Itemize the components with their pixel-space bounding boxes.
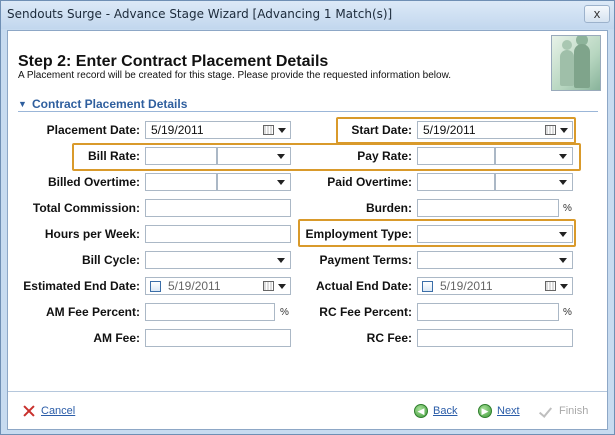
payment-terms-dropdown[interactable] xyxy=(417,251,573,269)
collapse-arrow-icon[interactable]: ▼ xyxy=(18,99,27,109)
payment-terms-label: Payment Terms: xyxy=(319,253,412,267)
chevron-down-icon xyxy=(559,232,567,237)
hours-per-week-label: Hours per Week: xyxy=(44,227,140,241)
start-date-value: 5/19/2011 xyxy=(423,123,476,137)
chevron-down-icon[interactable] xyxy=(560,128,568,133)
chevron-down-icon[interactable] xyxy=(278,284,286,289)
billed-overtime-unit-dropdown[interactable] xyxy=(217,173,291,191)
burden-percent-suffix: % xyxy=(563,203,572,214)
burden-input[interactable] xyxy=(417,199,559,217)
rc-fee-label: RC Fee: xyxy=(366,331,412,345)
estimated-end-date-picker[interactable]: 5/19/2011 xyxy=(145,277,291,295)
burden-label: Burden: xyxy=(366,201,412,215)
am-fee-percent-input[interactable] xyxy=(145,303,275,321)
pay-rate-input[interactable] xyxy=(417,147,495,165)
chevron-down-icon xyxy=(277,180,285,185)
estimated-end-date-checkbox[interactable] xyxy=(150,281,161,292)
bill-rate-input[interactable] xyxy=(145,147,217,165)
cancel-button[interactable]: Cancel xyxy=(22,404,75,418)
paid-overtime-input[interactable] xyxy=(417,173,495,191)
back-arrow-icon: ◀ xyxy=(414,404,428,418)
pay-rate-label: Pay Rate: xyxy=(357,149,412,163)
hours-per-week-input[interactable] xyxy=(145,225,291,243)
calendar-icon[interactable] xyxy=(263,125,274,135)
next-arrow-icon: ▶ xyxy=(478,404,492,418)
actual-end-date-value: 5/19/2011 xyxy=(440,279,493,293)
cancel-x-icon xyxy=(22,404,36,418)
pay-rate-unit-dropdown[interactable] xyxy=(495,147,573,165)
rc-fee-percent-label: RC Fee Percent: xyxy=(319,305,412,319)
window-title: Sendouts Surge - Advance Stage Wizard [A… xyxy=(7,7,393,21)
finish-label: Finish xyxy=(559,404,589,417)
chevron-down-icon xyxy=(559,258,567,263)
employment-type-dropdown[interactable] xyxy=(417,225,573,243)
rc-fee-percent-input[interactable] xyxy=(417,303,559,321)
am-fee-label: AM Fee: xyxy=(93,331,140,345)
bill-cycle-label: Bill Cycle: xyxy=(81,253,140,267)
bill-rate-label: Bill Rate: xyxy=(87,149,140,163)
actual-end-date-label: Actual End Date: xyxy=(315,279,412,293)
next-button[interactable]: ▶ Next xyxy=(478,404,520,418)
next-label: Next xyxy=(497,404,520,417)
finish-button[interactable]: Finish xyxy=(540,404,588,418)
paid-overtime-unit-dropdown[interactable] xyxy=(495,173,573,191)
back-button[interactable]: ◀ Back xyxy=(414,404,457,418)
estimated-end-date-label: Estimated End Date: xyxy=(23,279,140,293)
placement-date-value: 5/19/2011 xyxy=(151,123,204,137)
placement-date-label: Placement Date: xyxy=(46,123,140,137)
start-date-picker[interactable]: 5/19/2011 xyxy=(417,121,573,139)
calendar-icon[interactable] xyxy=(545,281,556,291)
total-commission-label: Total Commission: xyxy=(32,201,140,215)
close-icon[interactable]: x xyxy=(584,5,610,23)
wizard-window: Sendouts Surge - Advance Stage Wizard [A… xyxy=(0,0,615,435)
finish-check-icon xyxy=(540,404,554,418)
page-title: Step 2: Enter Contract Placement Details xyxy=(18,53,329,70)
wizard-body: Step 2: Enter Contract Placement Details… xyxy=(7,30,608,430)
chevron-down-icon[interactable] xyxy=(278,128,286,133)
chevron-down-icon[interactable] xyxy=(560,284,568,289)
chevron-down-icon xyxy=(559,180,567,185)
section-title: Contract Placement Details xyxy=(32,97,188,111)
total-commission-input[interactable] xyxy=(145,199,291,217)
paid-overtime-label: Paid Overtime: xyxy=(327,175,412,189)
bill-rate-unit-dropdown[interactable] xyxy=(217,147,291,165)
billed-overtime-label: Billed Overtime: xyxy=(47,175,140,189)
am-fee-input[interactable] xyxy=(145,329,291,347)
am-fee-percent-label: AM Fee Percent: xyxy=(45,305,140,319)
cancel-label: Cancel xyxy=(41,404,76,417)
actual-end-date-checkbox[interactable] xyxy=(422,281,433,292)
people-image xyxy=(551,35,601,91)
actual-end-date-picker[interactable]: 5/19/2011 xyxy=(417,277,573,295)
back-label: Back xyxy=(433,404,458,417)
calendar-icon[interactable] xyxy=(545,125,556,135)
wizard-footer: Cancel ◀ Back ▶ Next Finish xyxy=(8,391,607,429)
start-date-label: Start Date: xyxy=(351,123,412,137)
estimated-end-date-value: 5/19/2011 xyxy=(168,279,221,293)
chevron-down-icon xyxy=(277,258,285,263)
placement-date-picker[interactable]: 5/19/2011 xyxy=(145,121,291,139)
chevron-down-icon xyxy=(559,154,567,159)
calendar-icon[interactable] xyxy=(263,281,274,291)
employment-type-label: Employment Type: xyxy=(305,227,412,241)
chevron-down-icon xyxy=(277,154,285,159)
section-header[interactable]: ▼ Contract Placement Details xyxy=(18,97,598,112)
title-bar: Sendouts Surge - Advance Stage Wizard [A… xyxy=(1,1,614,29)
rc-fee-input[interactable] xyxy=(417,329,573,347)
bill-cycle-dropdown[interactable] xyxy=(145,251,291,269)
billed-overtime-input[interactable] xyxy=(145,173,217,191)
page-subtitle: A Placement record will be created for t… xyxy=(18,70,452,81)
rc-fee-percent-suffix: % xyxy=(563,307,572,318)
